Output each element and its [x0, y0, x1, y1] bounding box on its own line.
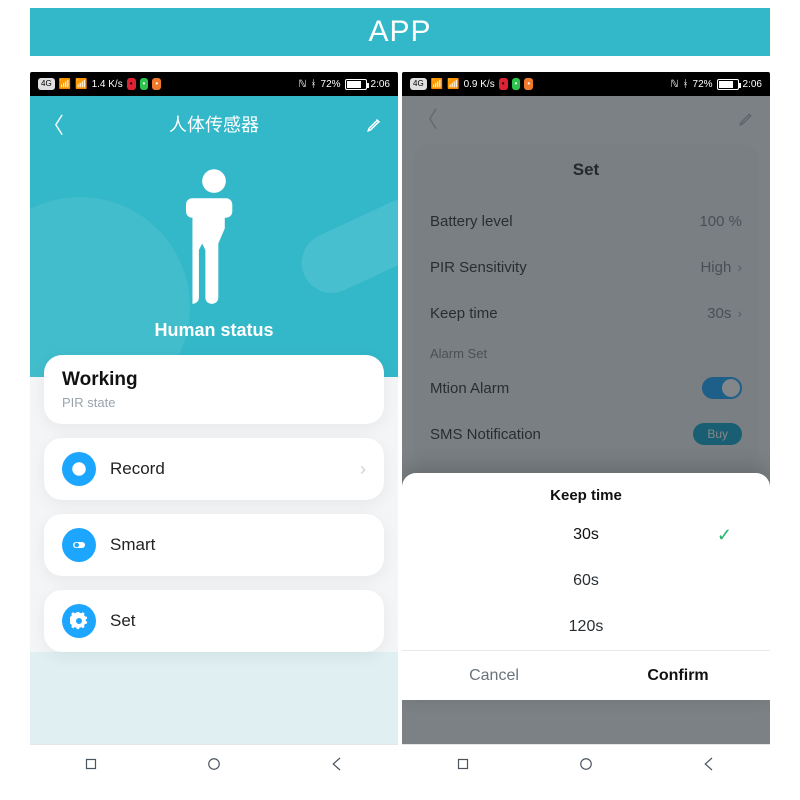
wifi-icon: 📶 [75, 79, 87, 90]
cancel-button[interactable]: Cancel [402, 651, 586, 700]
battery-icon [345, 79, 367, 90]
record-row[interactable]: Record › [44, 438, 384, 500]
app-badge-icon: • [499, 78, 508, 90]
clock-icon [62, 452, 96, 486]
page-title: 人体传感器 [169, 111, 259, 137]
app-badge-icon: • [152, 78, 161, 90]
bluetooth-icon: ᚼ [683, 79, 689, 90]
nfc-icon: ℕ [299, 79, 307, 90]
net-rate: 1.4 K/s [92, 79, 123, 90]
option-label: 30s [573, 526, 599, 544]
signal-icon: 📶 [431, 79, 443, 90]
option-30s[interactable]: 30s ✓ [402, 512, 770, 558]
set-row[interactable]: Set [44, 590, 384, 652]
wifi-icon: 📶 [447, 79, 459, 90]
app-badge-icon: • [524, 78, 533, 90]
app-badge-icon: • [127, 78, 136, 90]
net-mode-badge: 4G [410, 78, 427, 90]
nfc-icon: ℕ [671, 79, 679, 90]
nav-home-icon[interactable] [205, 755, 223, 778]
sheet-title: Keep time [402, 473, 770, 512]
bluetooth-icon: ᚼ [311, 79, 317, 90]
app-banner: APP [30, 8, 770, 56]
clock: 2:06 [743, 79, 762, 90]
option-label: 120s [569, 618, 604, 636]
option-60s[interactable]: 60s [402, 558, 770, 604]
clock: 2:06 [371, 79, 390, 90]
signal-icon: 📶 [59, 79, 71, 90]
battery-icon [717, 79, 739, 90]
nav-back-icon[interactable] [328, 755, 346, 778]
toggle-icon [62, 528, 96, 562]
set-label: Set [110, 611, 136, 631]
smart-row[interactable]: Smart [44, 514, 384, 576]
human-figure-icon [30, 146, 398, 306]
android-navbar [402, 744, 770, 788]
status-heading: Working [62, 369, 138, 391]
chevron-right-icon: › [360, 459, 366, 480]
record-label: Record [110, 459, 165, 479]
nav-back-icon[interactable] [700, 755, 718, 778]
status-card: Working PIR state [44, 355, 384, 424]
status-bar: 4G 📶 📶 0.9 K/s • • • ℕ ᚼ 72% 2:06 [402, 72, 770, 96]
status-sub: PIR state [62, 395, 115, 410]
nav-home-icon[interactable] [577, 755, 595, 778]
back-button[interactable]: 〈 [42, 108, 64, 140]
gear-icon [62, 604, 96, 638]
phone-right: 4G 📶 📶 0.9 K/s • • • ℕ ᚼ 72% 2:06 [402, 72, 770, 788]
app-badge-icon: • [512, 78, 521, 90]
android-navbar [30, 744, 398, 788]
edit-icon[interactable] [366, 115, 384, 133]
check-icon: ✓ [717, 525, 732, 546]
option-label: 60s [573, 572, 599, 590]
net-rate: 0.9 K/s [464, 79, 495, 90]
nav-recent-icon[interactable] [454, 755, 472, 778]
net-mode-badge: 4G [38, 78, 55, 90]
status-bar: 4G 📶 📶 1.4 K/s • • • ℕ ᚼ 72% 2:06 [30, 72, 398, 96]
battery-pct: 72% [693, 79, 713, 90]
battery-pct: 72% [321, 79, 341, 90]
keeptime-picker-sheet: Keep time 30s ✓ 60s 120s Cancel Confirm [402, 473, 770, 700]
smart-label: Smart [110, 535, 155, 555]
option-120s[interactable]: 120s [402, 604, 770, 650]
phone-left: 4G 📶 📶 1.4 K/s • • • ℕ ᚼ 72% 2:06 [30, 72, 398, 788]
confirm-button[interactable]: Confirm [586, 651, 770, 700]
app-badge-icon: • [140, 78, 149, 90]
nav-recent-icon[interactable] [82, 755, 100, 778]
